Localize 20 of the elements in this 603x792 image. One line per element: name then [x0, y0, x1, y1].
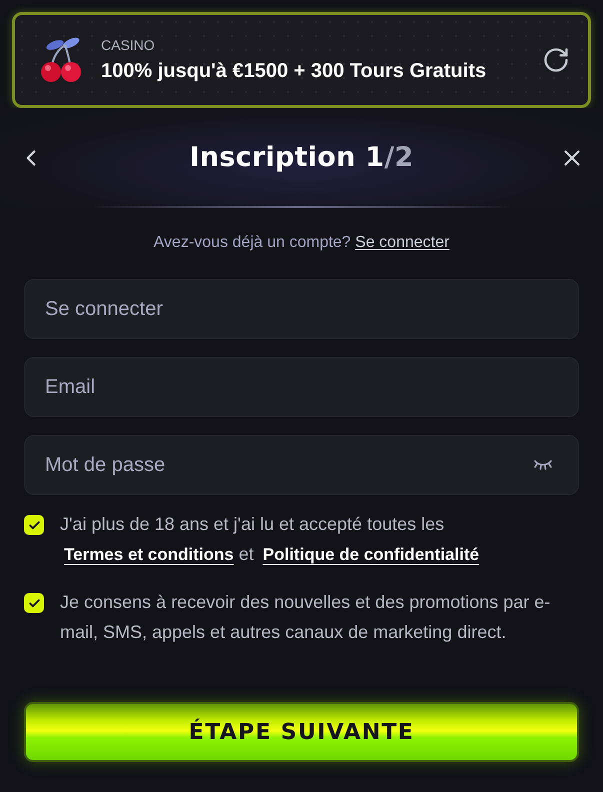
refresh-icon[interactable] [542, 46, 570, 74]
promo-category: CASINO [101, 36, 156, 54]
policy-link[interactable]: Termes et conditions [64, 545, 234, 564]
policy-link[interactable]: Politique de confidentialité [262, 545, 480, 564]
email-field[interactable]: Email [24, 357, 579, 417]
login-prompt: Avez-vous déjà un compte? Se connecter [154, 233, 450, 253]
next-step-button[interactable]: ÉTAPE SUIVANTE [24, 702, 579, 762]
promo-offer: 100% jusqu'à €1500 + 300 Tours Gratuits [101, 59, 488, 84]
check-icon [28, 596, 40, 610]
password-field[interactable]: Mot de passe [24, 435, 579, 495]
login-link[interactable]: Se connecter [355, 234, 450, 251]
terms-consent-text: J'ai plus de 18 ans et j'ai lu et accepté toutes les Termes et conditions et Politique de confidentialité [60, 513, 480, 566]
marketing-consent-text: Je consens à recevoir des nouvelles et des promotions par e-mail, SMS, appels et autres canaux de marketing direct. [60, 591, 552, 644]
promo-banner[interactable]: CASINO 100% jusqu'à €1500 + 300 Tours Gratuits [12, 12, 591, 108]
step-title: Inscription 1/2 [189, 140, 414, 175]
username-field[interactable]: Se connecter [24, 279, 579, 339]
closed-eye-icon[interactable] [533, 459, 553, 471]
check-icon [28, 518, 40, 532]
checkbox[interactable] [24, 593, 44, 613]
checkbox[interactable] [24, 515, 44, 535]
